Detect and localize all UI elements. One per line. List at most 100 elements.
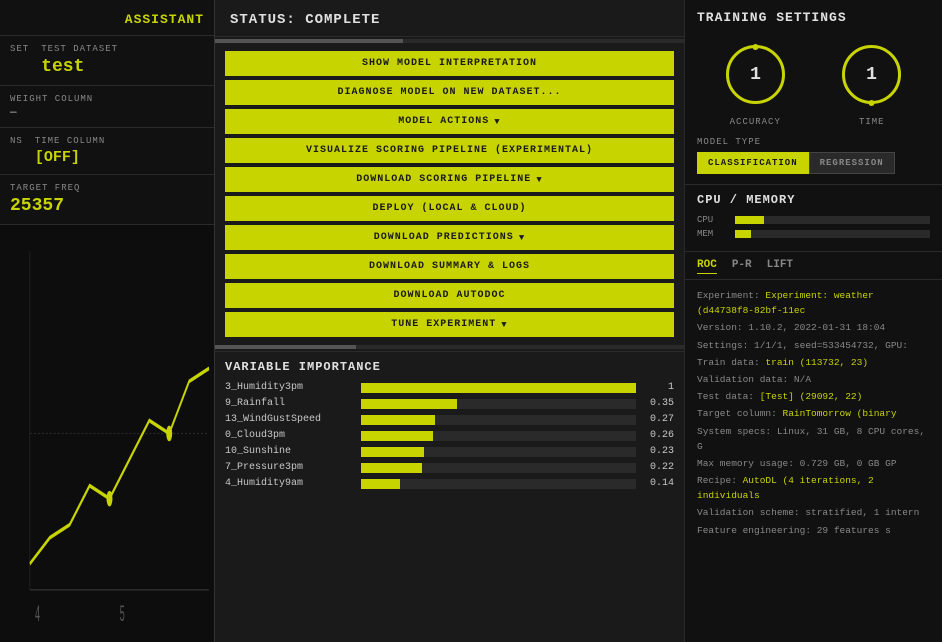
time-column-value: [OFF] [35, 149, 105, 166]
vi-label-0: 3_Humidity3pm [225, 382, 355, 393]
vi-value-3: 0.26 [642, 430, 674, 441]
exp-system: System specs: Linux, 31 GB, 8 CPU cores,… [697, 424, 930, 454]
vi-row-6: 4_Humidity9am 0.14 [225, 478, 674, 489]
download-summary-button[interactable]: DOWNLOAD SUMMARY & LOGS [225, 254, 674, 279]
exp-recipe: Recipe: AutoDL (4 iterations, 2 individu… [697, 473, 930, 503]
exp-feature: Feature engineering: 29 features s [697, 523, 930, 538]
tune-experiment-button[interactable]: TUNE EXPERIMENT ▼ [225, 312, 674, 337]
exp-val-scheme: Validation scheme: stratified, 1 intern [697, 505, 930, 520]
download-autodoc-button[interactable]: DOWNLOAD AUTODOC [225, 283, 674, 308]
exp-validation: Validation data: N/A [697, 372, 930, 387]
exp-target: Target column: RainTomorrow (binary [697, 406, 930, 421]
exp-memory: Max memory usage: 0.729 GB, 0 GB GP [697, 456, 930, 471]
model-actions-arrow: ▼ [494, 117, 500, 127]
test-dataset-value: test [41, 57, 118, 77]
ns-label: NS [10, 136, 23, 146]
experiment-info: Experiment: Experiment: weather (d44738f… [685, 280, 942, 642]
vi-row-3: 0_Cloud3pm 0.26 [225, 430, 674, 441]
vi-bar-container-3 [361, 431, 636, 441]
exp-target-value: RainTomorrow (binary [783, 408, 897, 419]
show-model-button[interactable]: SHOW MODEL INTERPRETATION [225, 51, 674, 76]
cpu-bar [735, 216, 930, 224]
vi-bar-container-6 [361, 479, 636, 489]
cpu-memory-section: CPU / MEMORY CPU MEM [685, 185, 942, 252]
roc-tab[interactable]: ROC [697, 257, 717, 274]
time-column-label: TIME COLUMN [35, 136, 105, 146]
exp-experiment: Experiment: Experiment: weather (d44738f… [697, 288, 930, 318]
right-panel: TRAINING SETTINGS 1 ACCURACY [684, 0, 942, 642]
mem-bar [735, 230, 930, 238]
assistant-label: ASSISTANT [0, 0, 214, 35]
vi-row-0: 3_Humidity3pm 1 [225, 382, 674, 393]
mid-scrollbar[interactable] [215, 345, 684, 349]
test-dataset-label: TEST DATASET [41, 44, 118, 54]
svg-text:4: 4 [35, 603, 40, 629]
weight-column-label: WEIGHT COLUMN [10, 94, 204, 104]
vi-value-0: 1 [642, 382, 674, 393]
exp-settings: Settings: 1/1/1, seed=533454732, GPU: [697, 338, 930, 353]
vi-bar-5 [361, 463, 422, 473]
download-predictions-arrow: ▼ [519, 233, 525, 243]
cpu-memory-title: CPU / MEMORY [697, 193, 930, 207]
exp-experiment-value: Experiment: weather (d44738f8-82bf-11ec [697, 290, 874, 316]
pr-tab[interactable]: P-R [732, 257, 752, 274]
vi-bar-4 [361, 447, 424, 457]
time-dial-svg: 1 [834, 37, 909, 112]
sidebar-chart: 4 5 [0, 224, 214, 642]
svg-text:5: 5 [119, 603, 124, 629]
vi-bar-container-0 [361, 383, 636, 393]
model-type-buttons: CLASSIFICATION REGRESSION [697, 152, 930, 174]
time-dial-container: 1 TIME [834, 37, 909, 127]
exp-train-value: train (113732, 23) [765, 357, 868, 368]
dials-row: 1 ACCURACY 1 TIME [697, 37, 930, 127]
accuracy-label: ACCURACY [730, 117, 781, 127]
vi-label-6: 4_Humidity9am [225, 478, 355, 489]
vi-label-2: 13_WindGustSpeed [225, 414, 355, 425]
diagnose-button[interactable]: DIAGNOSE MODEL ON NEW DATASET... [225, 80, 674, 105]
status-header: STATUS: COMPLETE [215, 0, 684, 37]
vi-bar-3 [361, 431, 433, 441]
cpu-label: CPU [697, 215, 727, 225]
exp-train: Train data: train (113732, 23) [697, 355, 930, 370]
vi-bar-container-5 [361, 463, 636, 473]
roc-tabs: ROC P-R LIFT [685, 252, 942, 280]
regression-button[interactable]: REGRESSION [809, 152, 895, 174]
vi-label-4: 10_Sunshine [225, 446, 355, 457]
accuracy-dial-container: 1 ACCURACY [718, 37, 793, 127]
mem-row: MEM [697, 229, 930, 239]
deploy-button[interactable]: DEPLOY (LOCAL & CLOUD) [225, 196, 674, 221]
download-scoring-arrow: ▼ [536, 175, 542, 185]
target-freq-value: 25357 [10, 196, 204, 216]
svg-text:1: 1 [750, 65, 761, 85]
vi-bar-0 [361, 383, 636, 393]
vi-bar-6 [361, 479, 400, 489]
vi-bar-container-1 [361, 399, 636, 409]
action-buttons: SHOW MODEL INTERPRETATION DIAGNOSE MODEL… [215, 45, 684, 343]
model-actions-button[interactable]: MODEL ACTIONS ▼ [225, 109, 674, 134]
vi-value-6: 0.14 [642, 478, 674, 489]
model-type-label: MODEL TYPE [697, 137, 930, 147]
training-settings: TRAINING SETTINGS 1 ACCURACY [685, 0, 942, 185]
vi-value-4: 0.23 [642, 446, 674, 457]
svg-text:1: 1 [866, 65, 877, 85]
vi-value-1: 0.35 [642, 398, 674, 409]
vi-bar-container-4 [361, 447, 636, 457]
top-scrollbar[interactable] [215, 39, 684, 43]
variable-importance-section: VARIABLE IMPORTANCE 3_Humidity3pm 1 9_Ra… [215, 351, 684, 642]
classification-button[interactable]: CLASSIFICATION [697, 152, 809, 174]
exp-test: Test data: [Test] (29092, 22) [697, 389, 930, 404]
dataset-section: SET TEST DATASET test [0, 35, 214, 85]
download-scoring-button[interactable]: DOWNLOAD SCORING PIPELINE ▼ [225, 167, 674, 192]
exp-recipe-value: AutoDL (4 iterations, 2 individuals [697, 475, 874, 501]
vi-bar-container-2 [361, 415, 636, 425]
exp-test-value: [Test] (29092, 22) [760, 391, 863, 402]
vi-row-2: 13_WindGustSpeed 0.27 [225, 414, 674, 425]
weight-column-section: WEIGHT COLUMN — [0, 85, 214, 127]
cpu-row: CPU [697, 215, 930, 225]
download-predictions-button[interactable]: DOWNLOAD PREDICTIONS ▼ [225, 225, 674, 250]
weight-column-value: — [10, 107, 204, 119]
vi-label-1: 9_Rainfall [225, 398, 355, 409]
target-freq-label: TARGET FREQ [10, 183, 204, 193]
visualize-button[interactable]: VISUALIZE SCORING PIPELINE (EXPERIMENTAL… [225, 138, 674, 163]
lift-tab[interactable]: LIFT [767, 257, 793, 274]
